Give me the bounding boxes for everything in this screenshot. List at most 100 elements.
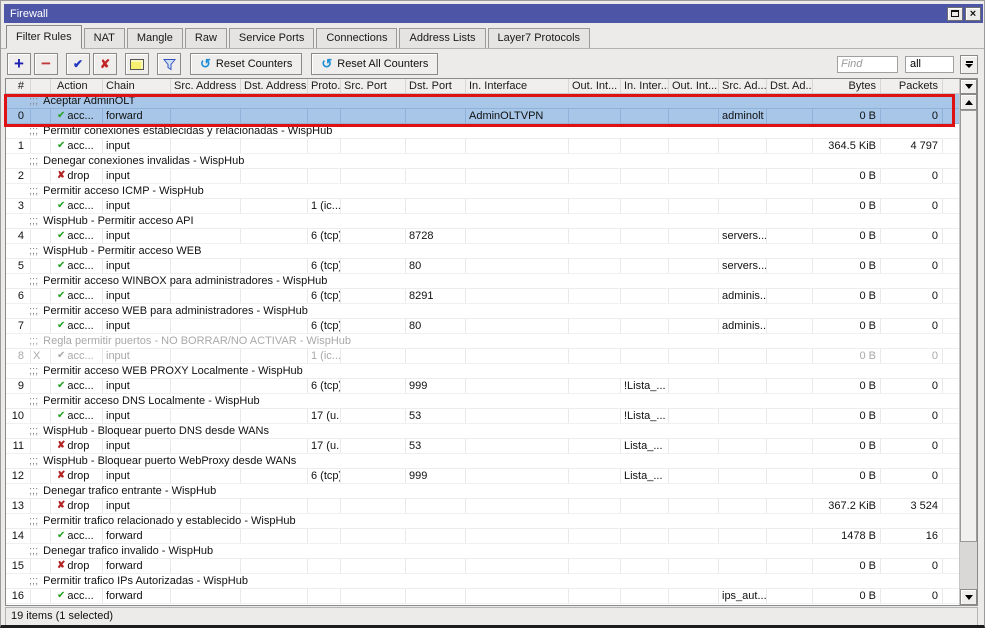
comment-text: WispHub - Bloquear puerto WebProxy desde…	[43, 454, 296, 468]
rule-row[interactable]: 4✔acc...input6 (tcp)8728servers...0 B0	[6, 229, 959, 244]
cell-num: 14	[6, 529, 31, 543]
comment-row[interactable]: ;;;WispHub - Bloquear puerto DNS desde W…	[6, 424, 959, 439]
column-header-action[interactable]: Action	[51, 79, 103, 93]
comment-row[interactable]: ;;;Permitir acceso WEB PROXY Localmente …	[6, 364, 959, 379]
cell-dst_port	[406, 349, 466, 363]
rule-row[interactable]: 10✔acc...input17 (u...53!Lista_...0 B0	[6, 409, 959, 424]
column-header-in_interface_list[interactable]: In. Inter...	[621, 79, 669, 93]
maximize-button[interactable]	[947, 7, 963, 21]
comment-text: Aceptar AdminOLT	[43, 94, 135, 108]
cell-dst_address_list	[767, 379, 813, 393]
scrollbar-track[interactable]	[960, 542, 977, 589]
action-label: acc...	[67, 199, 93, 213]
cell-dst_address_list	[767, 529, 813, 543]
comment-row[interactable]: ;;;Aceptar AdminOLT	[6, 94, 959, 109]
close-button[interactable]: ×	[965, 7, 981, 21]
comment-row[interactable]: ;;;WispHub - Bloquear puerto WebProxy de…	[6, 454, 959, 469]
rule-row[interactable]: 11✘dropinput17 (u...53Lista_...0 B0	[6, 439, 959, 454]
column-header-in_interface[interactable]: In. Interface	[466, 79, 569, 93]
column-header-packets[interactable]: Packets	[881, 79, 943, 93]
cell-bytes: 367.2 KiB	[813, 499, 881, 513]
rule-row[interactable]: 12✘dropinput6 (tcp)999Lista_...0 B0	[6, 469, 959, 484]
cell-packets: 0	[881, 349, 943, 363]
reset-all-counters-button[interactable]: ↺ Reset All Counters	[311, 53, 438, 75]
filter-button[interactable]	[157, 53, 181, 75]
comment-row[interactable]: ;;;Denegar conexiones invalidas - WispHu…	[6, 154, 959, 169]
rule-row[interactable]: 1✔acc...input364.5 KiB4 797	[6, 139, 959, 154]
column-header-dst_address[interactable]: Dst. Address	[241, 79, 308, 93]
comment-row[interactable]: ;;;Permitir acceso WEB para administrado…	[6, 304, 959, 319]
scroll-down-button[interactable]	[960, 589, 977, 605]
rule-row[interactable]: 6✔acc...input6 (tcp)8291adminis...0 B0	[6, 289, 959, 304]
column-header-chain[interactable]: Chain	[103, 79, 171, 93]
comment-row[interactable]: ;;;WispHub - Permitir acceso WEB	[6, 244, 959, 259]
disable-button[interactable]: ✘	[93, 53, 117, 75]
reset-counters-button[interactable]: ↺ Reset Counters	[190, 53, 302, 75]
column-header-flag[interactable]	[31, 79, 51, 93]
scroll-up-button[interactable]	[960, 94, 977, 110]
cell-in_interface_list: Lista_...	[621, 439, 669, 453]
comment-icon	[130, 59, 144, 70]
column-header-num[interactable]: #	[6, 79, 31, 93]
comment-row[interactable]: ;;;Denegar trafico entrante - WispHub	[6, 484, 959, 499]
enable-button[interactable]: ✔	[66, 53, 90, 75]
tab-connections[interactable]: Connections	[316, 28, 397, 48]
column-header-src_address[interactable]: Src. Address	[171, 79, 241, 93]
tab-mangle[interactable]: Mangle	[127, 28, 183, 48]
comment-marker: ;;;	[29, 574, 38, 588]
column-select-button[interactable]	[960, 79, 977, 94]
rule-row[interactable]: 7✔acc...input6 (tcp)80adminis...0 B0	[6, 319, 959, 334]
column-header-protocol[interactable]: Proto...	[308, 79, 341, 93]
comment-row[interactable]: ;;;Permitir trafico relacionado y establ…	[6, 514, 959, 529]
cell-src_address	[171, 319, 241, 333]
column-header-src_address_list[interactable]: Src. Ad...	[719, 79, 767, 93]
rule-row[interactable]: 13✘dropinput367.2 KiB3 524	[6, 499, 959, 514]
comment-button[interactable]	[125, 53, 149, 75]
rule-row[interactable]: 15✘dropforward0 B0	[6, 559, 959, 574]
cell-in_interface	[466, 499, 569, 513]
comment-row[interactable]: ;;;Permitir conexiones establecidas y re…	[6, 124, 959, 139]
cell-dst_address	[241, 319, 308, 333]
comment-row[interactable]: ;;;Permitir acceso ICMP - WispHub	[6, 184, 959, 199]
rule-row[interactable]: 14✔acc...forward1478 B16	[6, 529, 959, 544]
column-header-dst_address_list[interactable]: Dst. Ad...	[767, 79, 813, 93]
column-header-out_interface[interactable]: Out. Int...	[569, 79, 621, 93]
cell-bytes: 0 B	[813, 289, 881, 303]
comment-row[interactable]: ;;;Permitir acceso WINBOX para administr…	[6, 274, 959, 289]
tab-filter-rules[interactable]: Filter Rules	[6, 25, 82, 49]
column-header-out_interface_list[interactable]: Out. Int...	[669, 79, 719, 93]
rule-row[interactable]: 16✔acc...forwardips_aut...0 B0	[6, 589, 959, 604]
tab-address-lists[interactable]: Address Lists	[399, 28, 485, 48]
cell-src_address	[171, 199, 241, 213]
cell-packets: 0	[881, 199, 943, 213]
column-header-src_port[interactable]: Src. Port	[341, 79, 406, 93]
comment-row[interactable]: ;;;Denegar trafico invalido - WispHub	[6, 544, 959, 559]
column-header-dst_port[interactable]: Dst. Port	[406, 79, 466, 93]
rule-row[interactable]: 3✔acc...input1 (ic...0 B0	[6, 199, 959, 214]
comment-row[interactable]: ;;;WispHub - Permitir acceso API	[6, 214, 959, 229]
rule-row[interactable]: 5✔acc...input6 (tcp)80servers...0 B0	[6, 259, 959, 274]
find-input[interactable]	[837, 56, 898, 73]
rule-row[interactable]: 0✔acc...forwardAdminOLTVPNadminolt0 B0	[6, 109, 959, 124]
tab-raw[interactable]: Raw	[185, 28, 227, 48]
scope-dropdown[interactable]: all	[905, 56, 954, 73]
titlebar[interactable]: Firewall ×	[4, 4, 983, 23]
scrollbar-thumb[interactable]	[960, 110, 977, 542]
cell-filler	[943, 229, 959, 243]
comment-row[interactable]: ;;;Permitir trafico IPs Autorizadas - Wi…	[6, 574, 959, 589]
comment-row[interactable]: ;;;Regla permitir puertos - NO BORRAR/NO…	[6, 334, 959, 349]
accept-icon: ✔	[57, 289, 65, 303]
rule-row[interactable]: 9✔acc...input6 (tcp)999!Lista_...0 B0	[6, 379, 959, 394]
rule-row[interactable]: 2✘dropinput0 B0	[6, 169, 959, 184]
cell-src_address_list	[719, 469, 767, 483]
rule-row[interactable]: 8X✔acc...input1 (ic...0 B0	[6, 349, 959, 364]
comment-row[interactable]: ;;;Permitir acceso DNS Localmente - Wisp…	[6, 394, 959, 409]
tab-layer7-protocols[interactable]: Layer7 Protocols	[488, 28, 591, 48]
scope-dropdown-button[interactable]	[960, 55, 978, 74]
tab-service-ports[interactable]: Service Ports	[229, 28, 314, 48]
cell-num: 13	[6, 499, 31, 513]
remove-button[interactable]: −	[34, 53, 58, 75]
column-header-bytes[interactable]: Bytes	[813, 79, 881, 93]
tab-nat[interactable]: NAT	[84, 28, 125, 48]
add-button[interactable]: +	[7, 53, 31, 75]
